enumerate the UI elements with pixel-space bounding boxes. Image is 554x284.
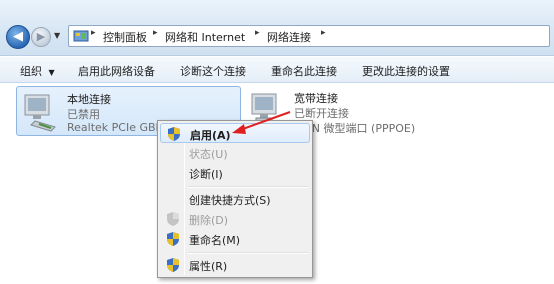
menu-item-create-shortcut[interactable]: 创建快捷方式(S) (160, 189, 310, 209)
menu-item-label: 诊断(I) (189, 168, 223, 181)
navigation-bar: ◀ ▶ ▼ ▸ 控制面板 ▸ 网络和 Internet ▸ 网络连接 ▸ (0, 0, 554, 56)
breadcrumb-control-panel[interactable]: 控制面板 (103, 29, 147, 45)
forward-button[interactable]: ▶ (31, 27, 51, 47)
menu-item-delete: 删除(D) (160, 209, 310, 229)
menu-item-label: 删除(D) (189, 214, 229, 227)
recent-pages-dropdown-icon[interactable]: ▼ (54, 31, 64, 41)
breadcrumb-separator-icon[interactable]: ▸ (255, 28, 260, 38)
organize-label: 组织 (20, 65, 42, 78)
breadcrumb-separator-icon[interactable]: ▸ (91, 28, 96, 38)
chevron-down-icon: ▼ (48, 68, 55, 77)
menu-item-diagnose[interactable]: 诊断(I) (160, 163, 310, 183)
menu-separator (188, 186, 308, 188)
menu-item-enable[interactable]: 启用(A) (160, 123, 310, 143)
uac-shield-icon (167, 232, 179, 246)
uac-shield-icon (168, 127, 180, 141)
control-panel-icon (73, 30, 89, 42)
network-adapter-icon (24, 94, 56, 132)
rename-connection-button[interactable]: 重命名此连接 (271, 63, 337, 79)
connection-status: 已禁用 (67, 108, 100, 121)
connection-name: 宽带连接 (294, 92, 338, 105)
change-settings-button[interactable]: 更改此连接的设置 (362, 63, 450, 79)
menu-separator (188, 252, 308, 254)
menu-item-rename[interactable]: 重命名(M) (160, 229, 310, 249)
diagnose-connection-button[interactable]: 诊断这个连接 (180, 63, 246, 79)
menu-item-label: 启用(A) (190, 129, 231, 142)
menu-item-label: 创建快捷方式(S) (189, 194, 271, 207)
enable-device-button[interactable]: 启用此网络设备 (78, 63, 155, 79)
breadcrumb-separator-icon[interactable]: ▸ (321, 28, 326, 38)
connection-name: 本地连接 (67, 93, 111, 106)
menu-item-label: 属性(R) (189, 260, 228, 273)
menu-item-label: 重命名(M) (189, 234, 241, 247)
address-bar[interactable]: ▸ 控制面板 ▸ 网络和 Internet ▸ 网络连接 ▸ (68, 25, 550, 47)
connection-status: 已断开连接 (294, 107, 349, 120)
breadcrumb-network-connections[interactable]: 网络连接 (267, 29, 311, 45)
context-menu: 启用(A) 状态(U) 诊断(I) 创建快捷方式(S) 删除(D) 重命名(M) (157, 120, 313, 278)
organize-menu-button[interactable]: 组织 ▼ (20, 63, 55, 79)
menu-item-label: 状态(U) (189, 148, 228, 161)
uac-shield-disabled-icon (167, 212, 179, 226)
breadcrumb-separator-icon[interactable]: ▸ (153, 28, 158, 38)
uac-shield-icon (167, 258, 179, 272)
breadcrumb-network-internet[interactable]: 网络和 Internet (165, 29, 245, 45)
connection-device: Realtek PCIe GBE (67, 121, 163, 134)
command-toolbar: 组织 ▼ 启用此网络设备 诊断这个连接 重命名此连接 更改此连接的设置 (0, 57, 554, 83)
menu-item-status: 状态(U) (160, 143, 310, 163)
menu-item-properties[interactable]: 属性(R) (160, 255, 310, 275)
back-button[interactable]: ◀ (6, 25, 30, 49)
